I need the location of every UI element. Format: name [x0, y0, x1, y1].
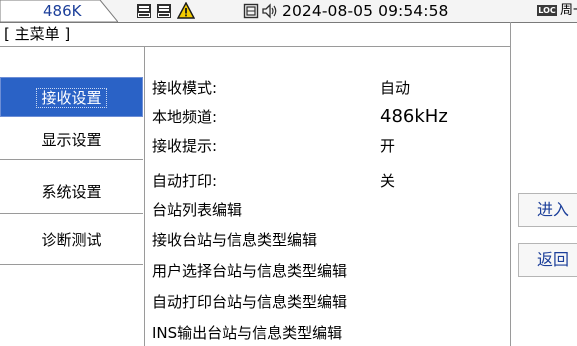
nav-item-display-settings[interactable]: 显示设置	[0, 120, 143, 160]
nav-item-label: 显示设置	[41, 131, 102, 149]
setting-label: 用户选择台站与信息类型编辑	[152, 262, 348, 280]
setting-label: 接收台站与信息类型编辑	[152, 231, 318, 249]
loc-icon	[157, 4, 171, 18]
enter-button[interactable]: 进入	[518, 193, 577, 227]
setting-label: 自动打印台站与信息类型编辑	[152, 293, 348, 311]
setting-value: 自动	[380, 79, 411, 97]
speaker-icon	[262, 3, 277, 19]
int-icon	[137, 4, 151, 18]
screen: 486K 2024-08-05 09:54:58 LOC 周 [主菜单] 接…	[0, 0, 577, 346]
back-button[interactable]: 返回	[518, 243, 577, 277]
nav-item-label: 系统设置	[41, 183, 102, 201]
loc-badge: LOC	[537, 5, 557, 16]
settings-list: 接收模式: 自动 本地频道: 486kHz 接收提示: 开 自动打印: 关 台站…	[144, 47, 510, 346]
setting-label: 自动打印:	[152, 172, 218, 190]
setting-label: 接收提示:	[152, 137, 218, 155]
setting-value: 开	[380, 137, 396, 155]
status-bar: 486K 2024-08-05 09:54:58 LOC 周	[0, 0, 577, 23]
nav-item-label: 接收设置	[36, 88, 107, 108]
setting-label: 台站列表编辑	[152, 201, 243, 219]
setting-label: 本地频道:	[152, 108, 218, 126]
warning-icon	[177, 2, 195, 19]
menu-title: [ 主菜单 ]	[4, 25, 71, 43]
clock-datetime: 2024-08-05 09:54:58	[282, 2, 449, 20]
left-nav: 接收设置 显示设置 系统设置 诊断测试	[0, 47, 145, 346]
nav-item-system-settings[interactable]: 系统设置	[0, 170, 143, 214]
nav-item-label: 诊断测试	[41, 231, 102, 249]
frequency-tab[interactable]: 486K	[0, 0, 118, 22]
setting-value: 486kHz	[380, 106, 448, 127]
nav-item-diagnostic-test[interactable]: 诊断测试	[0, 215, 143, 265]
setting-label: INS输出台站与信息类型编辑	[152, 324, 343, 342]
right-divider	[510, 22, 511, 346]
nav-item-receive-settings[interactable]: 接收设置	[0, 77, 143, 117]
setting-value: 关	[380, 172, 396, 190]
frequency-tab-label: 486K	[43, 2, 82, 20]
weekday: 周一	[560, 3, 577, 18]
screen-icon	[243, 3, 259, 19]
setting-label: 接收模式:	[152, 79, 218, 97]
